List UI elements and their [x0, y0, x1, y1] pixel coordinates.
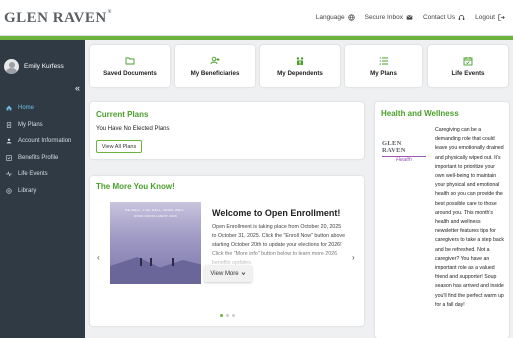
glen-raven-logo[interactable]: GLEN RAVEN®: [4, 10, 112, 27]
top-header: GLEN RAVEN® Language Secure Inbox Contac…: [0, 0, 513, 36]
sidebar-item-home[interactable]: Home: [0, 100, 85, 117]
logout-link[interactable]: Logout: [475, 14, 505, 21]
secure-inbox-link[interactable]: Secure Inbox: [365, 14, 413, 21]
top-nav: Language Secure Inbox Contact Us Logout: [316, 14, 505, 21]
health-wellness-title: Health and Wellness: [381, 109, 459, 118]
logout-icon: [498, 14, 505, 21]
current-plans-card: Current Plans You Have No Elected Plans …: [90, 102, 364, 159]
envelope-icon: [406, 15, 413, 20]
view-more-button[interactable]: View More: [204, 265, 252, 282]
slide-dot[interactable]: [232, 314, 235, 317]
health-wellness-card: Health and Wellness GLEN RAVEN Health Ca…: [375, 102, 509, 338]
open-enrollment-image: BE WELL. LIVE WELL. WORK WELL. OPEN ENRO…: [110, 202, 201, 284]
slide-dot[interactable]: [226, 314, 229, 317]
health-wellness-body: Caregiving can be a demanding role that …: [435, 127, 504, 308]
contact-us-link[interactable]: Contact Us: [423, 14, 465, 21]
headset-icon: [458, 15, 465, 20]
tile-my-dependents[interactable]: My Dependents: [260, 45, 340, 87]
no-plans-message: You Have No Elected Plans: [96, 126, 170, 132]
tile-my-plans[interactable]: My Plans: [345, 45, 422, 87]
slide-heading: Welcome to Open Enrollment!: [212, 208, 341, 218]
globe-icon: [347, 14, 355, 21]
tile-life-events[interactable]: Life Events: [428, 45, 508, 87]
tile-saved-documents[interactable]: Saved Documents: [90, 45, 170, 87]
image-caption: BE WELL. LIVE WELL. WORK WELL. OPEN ENRO…: [125, 208, 186, 218]
language-link[interactable]: Language: [316, 14, 355, 21]
avatar: [4, 59, 19, 74]
slide-indicators: [220, 314, 235, 317]
sidebar-item-my-plans[interactable]: My Plans: [0, 117, 85, 134]
collapse-sidebar-button[interactable]: «: [75, 83, 80, 93]
chevron-down-icon: [241, 272, 245, 276]
more-you-know-title: The More You Know!: [96, 182, 175, 191]
calendar-icon: [463, 56, 473, 65]
sidebar: Emily Kurfess « Home My Plans Account In…: [0, 40, 85, 338]
health-logo: GLEN RAVEN Health: [382, 140, 426, 163]
sidebar-item-benefits-profile[interactable]: Benefits Profile: [0, 150, 85, 167]
sidebar-item-life-events[interactable]: Life Events: [0, 166, 85, 183]
user-name: Emily Kurfess: [24, 63, 64, 70]
family-icon: [296, 56, 304, 65]
profile-icon: [6, 155, 12, 161]
list-icon: [379, 56, 388, 65]
next-slide-button[interactable]: ›: [352, 253, 355, 262]
home-icon: [6, 105, 12, 111]
previous-slide-button[interactable]: ‹: [97, 253, 100, 262]
user-profile[interactable]: Emily Kurfess: [4, 59, 64, 74]
view-all-plans-button[interactable]: View All Plans: [96, 140, 142, 153]
more-you-know-card: The More You Know! BE WELL. LIVE WELL. W…: [90, 176, 364, 326]
current-plans-title: Current Plans: [96, 110, 149, 119]
sidebar-item-library[interactable]: Library: [0, 183, 85, 200]
pulse-icon: [6, 171, 12, 177]
tile-my-beneficiaries[interactable]: My Beneficiaries: [175, 45, 255, 87]
book-icon: [6, 188, 12, 194]
sidebar-item-account-information[interactable]: Account Information: [0, 133, 85, 150]
add-user-icon: [210, 56, 220, 64]
person-icon: [6, 138, 12, 144]
folder-icon: [125, 57, 135, 64]
slide-dot[interactable]: [220, 314, 223, 317]
sidebar-menu: Home My Plans Account Information Benefi…: [0, 100, 85, 199]
document-icon: [6, 122, 12, 128]
